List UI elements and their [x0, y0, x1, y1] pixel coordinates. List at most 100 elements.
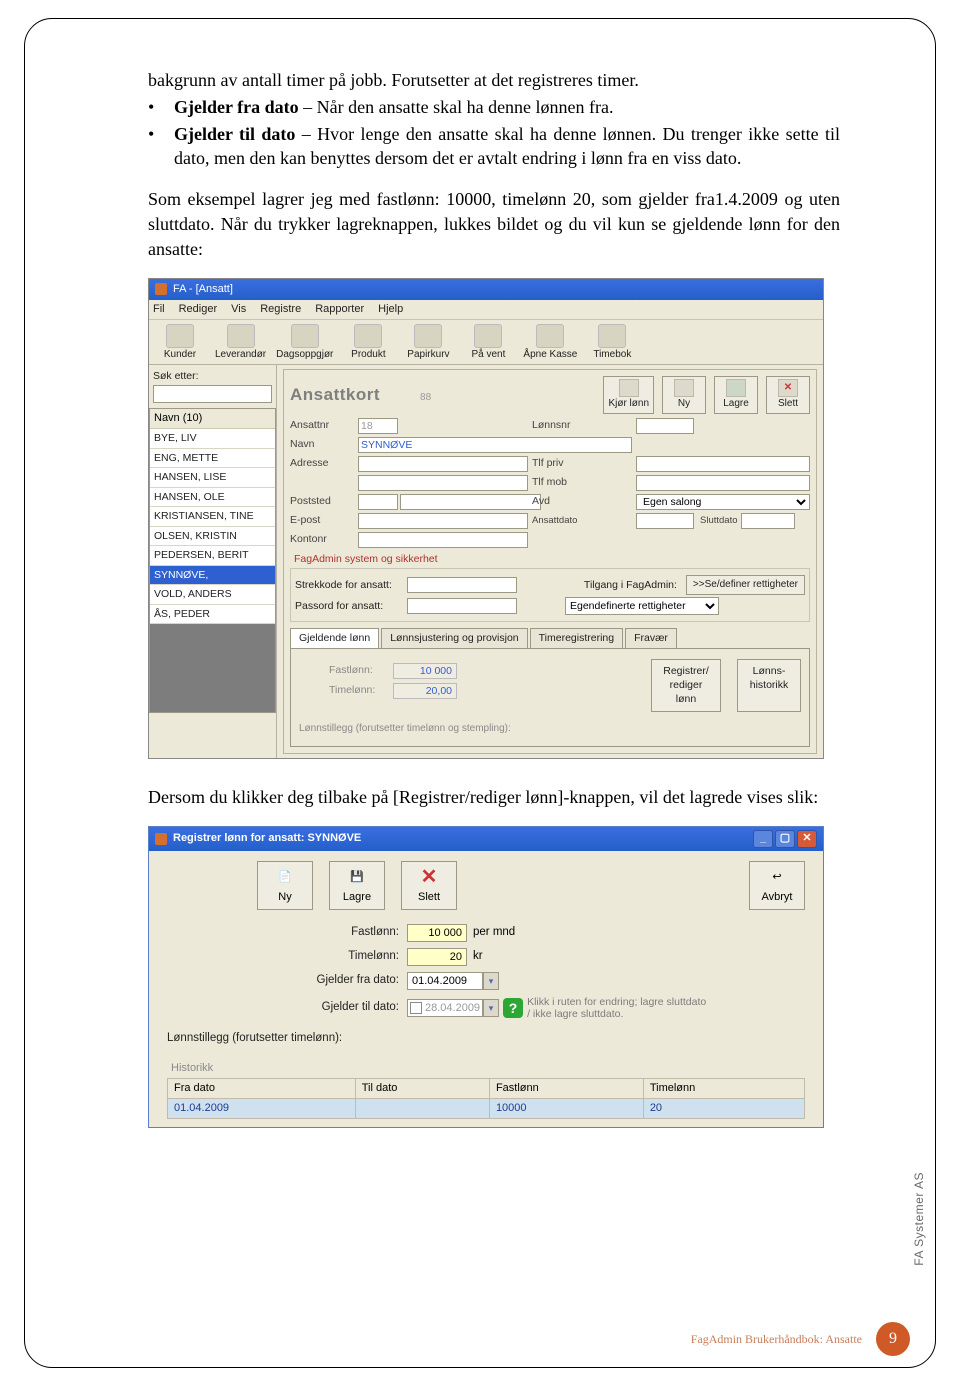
input-tlfmob[interactable]: [636, 475, 810, 491]
list-item[interactable]: PEDERSEN, BERIT: [150, 546, 275, 565]
delete-icon: ✕: [416, 866, 442, 890]
unit-fastlonn: per mnd: [473, 925, 515, 941]
btn-registrer-lonn[interactable]: Registrer/ rediger lønn: [651, 659, 721, 712]
tb-produkt[interactable]: Produkt: [341, 324, 395, 362]
side-company: FA Systemer AS: [912, 1172, 926, 1266]
col-timelonn[interactable]: Timelønn: [643, 1078, 804, 1098]
window-titlebar: FA - [Ansatt]: [149, 279, 823, 300]
lbl2-fastlonn: Fastlønn:: [287, 925, 399, 941]
btn-ny[interactable]: Ny: [662, 376, 706, 414]
input-adresse2[interactable]: [358, 475, 528, 491]
btn-lagre[interactable]: Lagre: [714, 376, 758, 414]
save-icon: 💾: [344, 866, 370, 890]
list-item[interactable]: ENG, METTE: [150, 449, 275, 468]
tb-pavent[interactable]: På vent: [461, 324, 515, 362]
tb-leverandor[interactable]: Leverandør: [213, 324, 268, 362]
list-item[interactable]: OLSEN, KRISTIN: [150, 527, 275, 546]
checkbox-tildato[interactable]: [410, 1002, 422, 1014]
list-item[interactable]: HANSEN, LISE: [150, 468, 275, 487]
paragraph-3: Dersom du klikker deg tilbake på [Regist…: [148, 785, 840, 810]
input-epost[interactable]: [358, 513, 528, 529]
input-strekkode[interactable]: [407, 577, 517, 593]
tb-kunder[interactable]: Kunder: [153, 324, 207, 362]
input-tlfpriv[interactable]: [636, 456, 810, 472]
input-poststed[interactable]: [400, 494, 541, 510]
lbl-navn: Navn: [290, 437, 354, 451]
input-navn[interactable]: [358, 437, 632, 453]
menu-rapporter[interactable]: Rapporter: [315, 302, 364, 317]
btn-kjor-lonn[interactable]: Kjør lønn: [603, 376, 654, 414]
list-item[interactable]: ÅS, PEDER: [150, 605, 275, 624]
btn-slett[interactable]: ✕Slett: [766, 376, 810, 414]
tab-gjeldende-lonn[interactable]: Gjeldende lønn: [290, 628, 379, 647]
col-fastlonn[interactable]: Fastlønn: [489, 1078, 643, 1098]
screenshot-ansattkort: FA - [Ansatt] Fil Rediger Vis Registre R…: [148, 278, 824, 759]
input2-tildato[interactable]: 28.04.2009: [425, 1001, 480, 1016]
unit-timelonn: kr: [473, 949, 483, 965]
lbl-passord: Passord for ansatt:: [295, 599, 401, 613]
input-postnr[interactable]: [358, 494, 398, 510]
list-item[interactable]: BYE, LIV: [150, 429, 275, 448]
input-adresse[interactable]: [358, 456, 528, 472]
menu-vis[interactable]: Vis: [231, 302, 246, 317]
section-security-title: FagAdmin system og sikkerhet: [294, 552, 810, 566]
tb-papirkurv[interactable]: Papirkurv: [401, 324, 455, 362]
col-tildato[interactable]: Til dato: [355, 1078, 489, 1098]
lbl-ansattdato: Ansattdato: [532, 514, 632, 527]
list-item[interactable]: VOLD, ANDERS: [150, 585, 275, 604]
list-header[interactable]: Navn (10): [150, 409, 275, 429]
lbl-tlfmob: Tlf mob: [532, 475, 632, 489]
input2-fradato[interactable]: [407, 972, 483, 990]
tb-dagsoppgjor[interactable]: Dagsoppgjør: [274, 324, 335, 362]
select-tilgang[interactable]: Egendefinerte rettigheter: [565, 597, 719, 615]
input-ansattdato[interactable]: [636, 513, 694, 529]
input2-timelonn[interactable]: [407, 948, 467, 966]
list-item[interactable]: HANSEN, OLE: [150, 488, 275, 507]
dropdown-arrow-icon[interactable]: ▾: [483, 972, 499, 990]
employee-list: Navn (10) BYE, LIV ENG, METTE HANSEN, LI…: [149, 408, 276, 713]
tb-apnekasse[interactable]: Åpne Kasse: [521, 324, 579, 362]
minimize-button[interactable]: _: [753, 830, 773, 848]
col-fradato[interactable]: Fra dato: [168, 1078, 356, 1098]
menubar: Fil Rediger Vis Registre Rapporter Hjelp: [149, 300, 823, 320]
window-title-2: Registrer lønn for ansatt: SYNNØVE: [173, 831, 361, 846]
lbl-tlfpriv: Tlf priv: [532, 456, 632, 470]
close-button[interactable]: ✕: [797, 830, 817, 848]
menu-hjelp[interactable]: Hjelp: [378, 302, 403, 317]
tab-fravaer[interactable]: Fravær: [625, 628, 677, 647]
menu-rediger[interactable]: Rediger: [179, 302, 218, 317]
menu-registre[interactable]: Registre: [260, 302, 301, 317]
app-icon: [155, 283, 167, 295]
tab-timeregistrering[interactable]: Timeregistrering: [530, 628, 623, 647]
val-timelonn: 20,00: [393, 683, 457, 699]
lbl2-lonnstillegg: Lønnstillegg (forutsetter timelønn):: [167, 1031, 342, 1047]
btn2-lagre[interactable]: 💾Lagre: [329, 861, 385, 910]
input-passord[interactable]: [407, 598, 517, 614]
btn2-avbryt[interactable]: ↩Avbryt: [749, 861, 805, 910]
table-row[interactable]: 01.04.2009 10000 20: [168, 1099, 805, 1119]
list-item[interactable]: KRISTIANSEN, TINE: [150, 507, 275, 526]
select-avd[interactable]: Egen salong: [636, 494, 810, 510]
card-id: 88: [420, 391, 431, 405]
input-ansattnr[interactable]: [358, 418, 398, 434]
tb-timebok[interactable]: Timebok: [585, 324, 639, 362]
menu-fil[interactable]: Fil: [153, 302, 165, 317]
tab-lonnsjustering[interactable]: Lønnsjustering og provisjon: [381, 628, 527, 647]
btn2-slett[interactable]: ✕Slett: [401, 861, 457, 910]
list-item-selected[interactable]: SYNNØVE,: [150, 566, 275, 585]
help-icon[interactable]: ?: [503, 998, 523, 1018]
search-label: Søk etter:: [153, 369, 272, 383]
input2-fastlonn[interactable]: [407, 924, 467, 942]
input-sluttdato[interactable]: [741, 513, 795, 529]
search-input[interactable]: [153, 385, 272, 403]
input-kontonr[interactable]: [358, 532, 528, 548]
maximize-button[interactable]: ▢: [775, 830, 795, 848]
input-lonnsnr[interactable]: [636, 418, 694, 434]
btn2-ny[interactable]: 📄Ny: [257, 861, 313, 910]
dropdown-arrow-icon[interactable]: ▾: [483, 999, 499, 1017]
btn-definer[interactable]: >>Se/definer rettigheter: [686, 575, 805, 595]
btn-lonnshistorikk[interactable]: Lønns- historikk: [737, 659, 801, 712]
lbl-poststed: Poststed: [290, 494, 354, 508]
bullet-dot: •: [148, 122, 174, 172]
lbl-strekkode: Strekkode for ansatt:: [295, 578, 401, 592]
